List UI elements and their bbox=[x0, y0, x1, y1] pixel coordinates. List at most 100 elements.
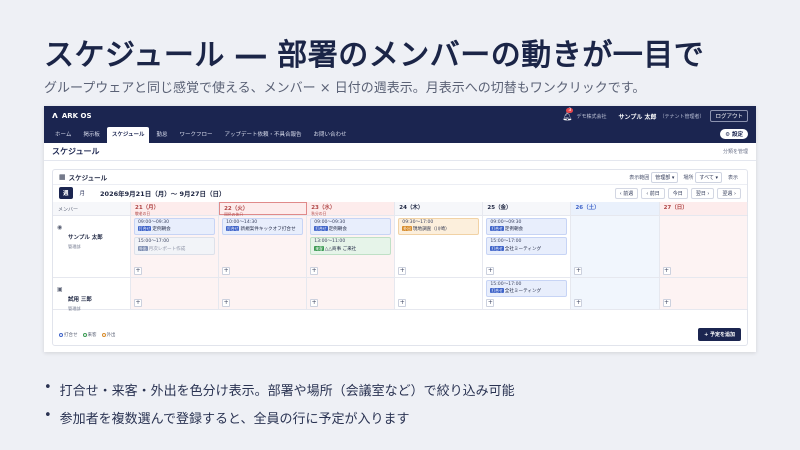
category-legend: 打合せ 来客 外出 bbox=[59, 332, 116, 338]
day-cell[interactable]: + bbox=[571, 216, 660, 277]
legend-outing: 外出 bbox=[101, 332, 116, 338]
notification-badge: 3 bbox=[566, 107, 574, 113]
week-view-button[interactable]: 週 bbox=[59, 187, 73, 199]
schedule-grid: メンバー 21（月） 敬老の日 22（火） 国民の休日 23（水） 秋分の日 24（木… bbox=[53, 202, 748, 311]
event-item[interactable]: 09:00〜09:30 打合せ 定例朝会 bbox=[134, 218, 216, 236]
event-item[interactable]: 09:00〜09:30 打合せ 定例朝会 bbox=[310, 218, 392, 236]
day-header-sun: 27（日） bbox=[659, 202, 748, 215]
event-tag: 打合せ bbox=[138, 226, 152, 232]
prev-day-button[interactable]: ‹ 前日 bbox=[641, 187, 665, 199]
app-logo[interactable]: ᴧ ARK OS bbox=[52, 111, 92, 121]
day-cell[interactable]: + bbox=[307, 278, 396, 309]
member-name: 試用 三郎 bbox=[68, 297, 92, 303]
add-event-button[interactable]: + bbox=[574, 299, 583, 307]
add-event-button[interactable]: + bbox=[486, 299, 495, 307]
day-cell[interactable]: + bbox=[395, 278, 484, 309]
place-filter-label: 場所 bbox=[683, 174, 694, 181]
scope-filter-select[interactable]: 管理部 ▾ bbox=[651, 171, 679, 183]
today-button[interactable]: 今日 bbox=[667, 187, 688, 199]
day-cell[interactable]: + bbox=[219, 278, 308, 309]
settings-button[interactable]: ⚙ 設定 bbox=[720, 129, 748, 139]
next-week-button[interactable]: 翌週 › bbox=[717, 187, 741, 199]
manage-categories-link[interactable]: 分類を管理 bbox=[723, 148, 748, 155]
card-header: ▦ スケジュール 表示範囲 管理部 ▾ 場所 すべて ▾ 表示 bbox=[53, 170, 747, 185]
add-event-button[interactable]: + bbox=[310, 299, 319, 307]
day-cell[interactable]: 15:00〜17:00 打合せ 全社ミーティング + bbox=[483, 278, 572, 309]
month-view-button[interactable]: 月 bbox=[76, 187, 90, 199]
day-cell[interactable]: 09:00〜09:30 打合せ 定例朝会 15:00〜17:00 打合せ 全社ミーティン… bbox=[483, 216, 572, 277]
event-title: 定例朝会 bbox=[152, 227, 171, 233]
event-item[interactable]: 09:00〜09:30 打合せ 定例朝会 bbox=[486, 218, 568, 236]
nav-tab-attendance[interactable]: 勤怠 bbox=[151, 127, 172, 143]
day-cell[interactable]: 09:30〜17:00 外出 現地調査（川崎） + bbox=[395, 216, 484, 277]
day-header-wed: 23（水） 秋分の日 bbox=[307, 202, 396, 216]
notification-button[interactable]: 🔔︎ 3 bbox=[562, 107, 574, 121]
event-time: 13:00〜11:00 bbox=[314, 239, 346, 245]
add-event-button[interactable]: + bbox=[134, 299, 142, 307]
nav-tab-home[interactable]: ホーム bbox=[50, 127, 76, 143]
member-cell: ▣ 試用 三郎 管理部 bbox=[53, 278, 131, 311]
add-schedule-button[interactable]: + 予定を追加 bbox=[698, 328, 741, 341]
day-cell[interactable]: + bbox=[659, 216, 748, 277]
day-cell[interactable]: + bbox=[131, 278, 220, 309]
add-event-button[interactable]: + bbox=[310, 267, 319, 275]
bullet-text: 参加者を複数選んで登録すると、全員の行に予定が入ります bbox=[59, 412, 410, 427]
place-filter-select[interactable]: すべて ▾ bbox=[695, 171, 722, 183]
next-day-button[interactable]: 翌日 › bbox=[690, 187, 715, 199]
event-item[interactable]: 15:00〜17:00 打合せ 全社ミーティング bbox=[486, 237, 568, 255]
event-title: 新規案件キックオフ打合せ bbox=[240, 227, 296, 233]
add-event-button[interactable]: + bbox=[486, 267, 495, 275]
event-item[interactable]: 15:00〜17:00 打合せ 全社ミーティング bbox=[486, 280, 568, 298]
nav-tab-update-request[interactable]: アップデート依頼・不具合報告 bbox=[220, 127, 307, 143]
add-event-button[interactable]: + bbox=[574, 267, 583, 275]
add-event-button[interactable]: + bbox=[398, 299, 407, 307]
day-cell[interactable]: 10:00〜14:30 打合せ 新規案件キックオフ打合せ + bbox=[219, 216, 308, 277]
nav-tab-contact[interactable]: お問い合わせ bbox=[309, 127, 352, 143]
event-item[interactable]: 15:00〜17:00 外出 月次レポート作成 bbox=[134, 237, 216, 255]
legend-meeting: 打合せ bbox=[59, 332, 78, 338]
day-cell[interactable]: 09:00〜09:30 打合せ 定例朝会 15:00〜17:00 外出 月次レポート作成… bbox=[131, 216, 220, 277]
logo-text: ARK OS bbox=[61, 112, 92, 120]
prev-week-button[interactable]: ‹ 前週 bbox=[614, 187, 639, 199]
logout-button[interactable]: ログアウト bbox=[710, 110, 748, 122]
add-event-button[interactable]: + bbox=[662, 267, 671, 275]
card-title: スケジュール bbox=[68, 174, 108, 182]
event-item[interactable]: 10:00〜14:30 打合せ 新規案件キックオフ打合せ bbox=[222, 218, 304, 236]
page-title: スケジュール bbox=[52, 147, 100, 156]
member-column-header: メンバー bbox=[53, 202, 131, 215]
logo-icon: ᴧ bbox=[52, 111, 58, 121]
member-row: ◉ サンプル 太郎 管理部 09:00〜09:30 打合せ 定例朝会 15:00〜17… bbox=[53, 216, 748, 278]
add-event-button[interactable]: + bbox=[398, 267, 407, 275]
day-cell[interactable]: 09:00〜09:30 打合せ 定例朝会 13:00〜11:00 来客 △△商事 ご来社… bbox=[307, 216, 396, 277]
user-icon: ◉ bbox=[57, 224, 63, 231]
event-tag: 打合せ bbox=[226, 226, 240, 232]
filter-show-button[interactable]: 表示 bbox=[725, 173, 741, 182]
nav-tab-bulletin[interactable]: 掲示板 bbox=[78, 127, 105, 143]
add-event-button[interactable]: + bbox=[134, 267, 142, 275]
legend-label: 外出 bbox=[106, 333, 116, 338]
event-item[interactable]: 13:00〜11:00 来客 △△商事 ご来社 bbox=[310, 237, 392, 255]
member-dept: 管理部 bbox=[68, 244, 81, 249]
calendar-icon: ▦ bbox=[59, 173, 66, 181]
day-cell[interactable]: + bbox=[571, 278, 660, 309]
user-name: サンプル 太郎 bbox=[618, 113, 657, 121]
scope-filter-value: 管理部 bbox=[655, 174, 671, 181]
event-tag: 来客 bbox=[314, 245, 324, 251]
day-header-fri: 25（金） bbox=[483, 202, 572, 215]
add-event-button[interactable]: + bbox=[222, 299, 231, 307]
nav-tab-workflow[interactable]: ワークフロー bbox=[175, 127, 218, 143]
member-cell: ◉ サンプル 太郎 管理部 bbox=[53, 216, 131, 277]
legend-visitor: 来客 bbox=[82, 332, 97, 338]
day-cell[interactable]: + bbox=[659, 278, 748, 309]
slide-title: スケジュール ― 部署のメンバーの動きが一目で bbox=[44, 38, 705, 73]
day-header-row: メンバー 21（月） 敬老の日 22（火） 国民の休日 23（水） 秋分の日 24（木… bbox=[53, 202, 748, 217]
event-item[interactable]: 09:30〜17:00 外出 現地調査（川崎） bbox=[398, 218, 480, 236]
day-header-thu: 24（木） bbox=[395, 202, 484, 215]
event-tag: 外出 bbox=[138, 245, 148, 251]
add-event-button[interactable]: + bbox=[222, 267, 231, 275]
nav-tab-schedule[interactable]: スケジュール bbox=[106, 127, 150, 143]
event-tag: 外出 bbox=[402, 226, 412, 232]
scope-filter-label: 表示範囲 bbox=[629, 174, 650, 181]
add-event-button[interactable]: + bbox=[662, 299, 671, 307]
legend-label: 来客 bbox=[87, 333, 97, 338]
